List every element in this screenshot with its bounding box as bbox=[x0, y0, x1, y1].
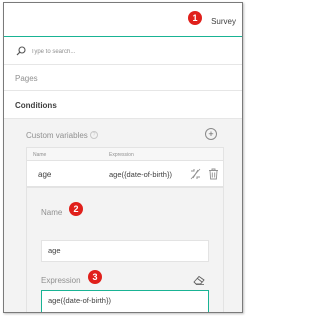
pages-section[interactable]: Pages bbox=[4, 65, 242, 91]
custom-variables-area: Custom variables ? + Name Expression age… bbox=[4, 119, 242, 312]
search-bar bbox=[4, 38, 242, 65]
variable-detail-panel: Name 2 age Expression 3 age({date-of-bir… bbox=[27, 187, 223, 312]
conditions-section[interactable]: Conditions bbox=[4, 91, 242, 119]
expression-label: Expression bbox=[41, 276, 81, 285]
custom-variables-title: Custom variables bbox=[26, 131, 88, 140]
search-input[interactable] bbox=[31, 45, 231, 58]
name-field[interactable]: age bbox=[41, 240, 209, 262]
column-header-expression: Expression bbox=[109, 152, 134, 158]
table-header: Name Expression bbox=[27, 148, 223, 161]
top-bar: Survey 1 bbox=[4, 3, 242, 37]
add-variable-button[interactable]: + bbox=[205, 128, 217, 140]
conditions-label: Conditions bbox=[15, 101, 57, 110]
variables-table: Name Expression age age({date-of-birth})… bbox=[26, 147, 224, 312]
column-header-name: Name bbox=[33, 152, 47, 158]
callout-badge-2: 2 bbox=[69, 202, 83, 216]
search-icon bbox=[16, 46, 26, 56]
table-row[interactable]: age age({date-of-birth}) bbox=[27, 161, 223, 187]
collapse-detail-icon[interactable] bbox=[190, 168, 201, 180]
callout-badge-3: 3 bbox=[88, 270, 102, 284]
delete-icon[interactable] bbox=[208, 168, 219, 180]
callout-badge-1: 1 bbox=[188, 11, 202, 25]
survey-creator-panel: Survey 1 Pages Conditions Custom variabl… bbox=[3, 2, 243, 313]
name-label: Name bbox=[41, 208, 63, 217]
clear-expression-icon[interactable] bbox=[193, 275, 205, 285]
pages-label: Pages bbox=[15, 74, 38, 83]
survey-tab[interactable]: Survey bbox=[211, 17, 236, 26]
expression-field[interactable]: age({date-of-birth}) bbox=[41, 290, 209, 312]
help-icon[interactable]: ? bbox=[90, 131, 98, 139]
row-name: age bbox=[38, 170, 52, 179]
row-expression: age({date-of-birth}) bbox=[109, 170, 172, 179]
